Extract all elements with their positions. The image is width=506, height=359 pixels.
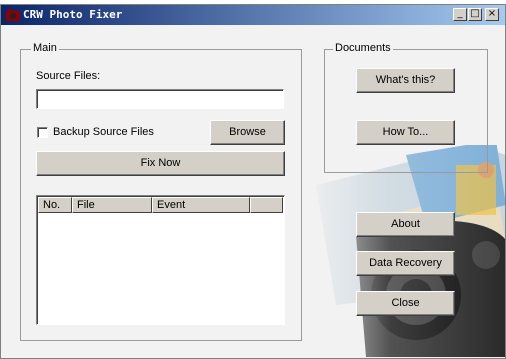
title-bar[interactable]: CRW Photo Fixer _ □ × xyxy=(1,5,505,25)
how-to-button[interactable]: How To... xyxy=(356,120,455,145)
main-group-legend: Main xyxy=(31,42,59,54)
source-files-label: Source Files: xyxy=(36,70,101,82)
window-title: CRW Photo Fixer xyxy=(23,8,123,21)
data-recovery-button[interactable]: Data Recovery xyxy=(356,251,455,276)
close-window-button[interactable]: × xyxy=(485,8,499,21)
documents-group-legend: Documents xyxy=(333,42,393,54)
fix-now-button[interactable]: Fix Now xyxy=(36,151,285,176)
backup-source-checkbox[interactable] xyxy=(37,127,48,138)
column-header-no[interactable]: No. xyxy=(38,197,72,213)
source-files-input[interactable] xyxy=(36,89,284,109)
maximize-button[interactable]: □ xyxy=(468,8,482,21)
close-button[interactable]: Close xyxy=(356,291,455,316)
event-list[interactable]: No. File Event xyxy=(36,195,285,325)
camera-app-icon xyxy=(6,9,20,21)
client-area: Main Source Files: Backup Source Files B… xyxy=(1,25,505,358)
minimize-button[interactable]: _ xyxy=(453,8,467,21)
whats-this-button[interactable]: What's this? xyxy=(356,68,455,93)
column-header-blank xyxy=(250,197,283,213)
backup-source-label: Backup Source Files xyxy=(53,126,154,138)
column-header-file[interactable]: File xyxy=(72,197,152,213)
app-window: CRW Photo Fixer _ □ × Main Source Files:… xyxy=(0,4,506,359)
column-header-event[interactable]: Event xyxy=(152,197,250,213)
browse-button[interactable]: Browse xyxy=(210,120,285,145)
about-button[interactable]: About xyxy=(356,212,455,237)
